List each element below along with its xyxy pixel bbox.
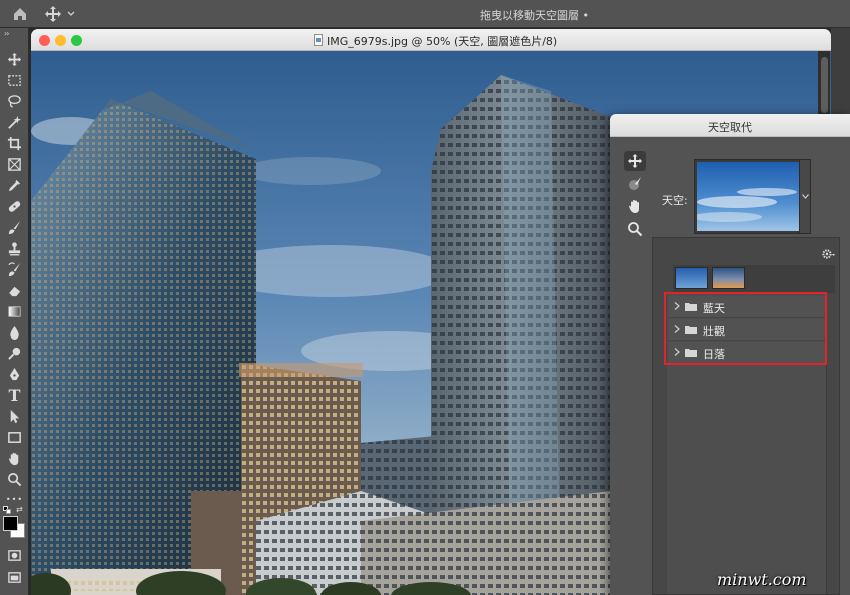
photoshop-app: 拖曳以移動天空圖層 • ›› T ••• ⇄ IMG_6979s.jpg @ 5… (0, 0, 850, 595)
gear-icon (822, 249, 835, 259)
sky-brush-icon (629, 177, 641, 190)
zoom-icon (628, 222, 643, 237)
scrollbar-thumb[interactable] (821, 57, 828, 113)
brush-tool[interactable] (4, 218, 25, 236)
history-brush-icon (8, 261, 21, 276)
sky-replacement-dialog: 天空取代 天空: 藍天 壯觀 日落 (610, 114, 850, 595)
quick-mask-button[interactable] (4, 546, 25, 564)
type-tool-icon: T (8, 385, 21, 405)
pen-tool-icon (9, 367, 20, 380)
sky-move-tool[interactable] (624, 151, 646, 171)
rectangle-tool[interactable] (4, 428, 25, 446)
clone-stamp-tool[interactable] (4, 239, 25, 257)
zoom-tool[interactable] (4, 470, 25, 488)
home-icon (14, 8, 26, 20)
recent-sky-thumbnail[interactable] (712, 267, 745, 289)
type-tool[interactable]: T (4, 385, 25, 405)
document-title: IMG_6979s.jpg @ 50% (天空, 圖層遮色片/8) (327, 35, 558, 48)
healing-brush-icon (8, 200, 21, 212)
healing-brush-tool[interactable] (4, 197, 25, 215)
eyedropper-icon (8, 179, 21, 191)
tools-panel: ›› T ••• ⇄ (0, 28, 29, 595)
default-colors-icon[interactable] (3, 506, 11, 514)
close-window-button[interactable] (39, 35, 50, 46)
hand-icon (629, 200, 639, 213)
eraser-tool[interactable] (4, 281, 25, 299)
chevron-down-icon (801, 194, 809, 199)
collapse-toolbar-button[interactable]: ›› (4, 29, 10, 38)
dialog-title-bar[interactable]: 天空取代 (610, 114, 850, 137)
zoom-tool-icon (8, 472, 22, 486)
foreground-color-swatch[interactable] (3, 516, 18, 531)
move-arrows-icon (45, 6, 75, 22)
rectangle-tool-icon (8, 431, 21, 443)
blur-tool-icon (10, 325, 19, 340)
gradient-tool-icon (8, 305, 21, 317)
sky-zoom-tool[interactable] (624, 219, 646, 239)
lasso-tool-icon (8, 94, 21, 108)
swap-colors-icon[interactable]: ⇄ (16, 505, 23, 514)
sky-preset-dropdown[interactable] (800, 159, 811, 234)
crop-tool-icon (7, 136, 22, 150)
frame-tool[interactable] (4, 155, 25, 173)
highlight-box (664, 292, 827, 365)
magic-wand-icon (8, 115, 22, 129)
hand-tool[interactable] (4, 449, 25, 467)
pen-tool[interactable] (4, 365, 25, 383)
sky-preview-image (697, 162, 799, 231)
status-title: 拖曳以移動天空圖層 • (480, 9, 589, 22)
dodge-tool[interactable] (4, 344, 25, 362)
sky-preset-panel: 藍天 壯觀 日落 (652, 237, 840, 595)
document-file-icon (314, 34, 323, 46)
sky-hand-tool[interactable] (624, 196, 646, 216)
history-brush-tool[interactable] (4, 260, 25, 278)
screen-mode-button[interactable] (4, 568, 25, 586)
magic-wand-tool[interactable] (4, 113, 25, 131)
recent-sky-thumbnail[interactable] (675, 267, 708, 289)
eraser-icon (8, 286, 21, 296)
sky-brush-tool[interactable] (624, 174, 646, 194)
move-sky-icon (628, 154, 642, 168)
crop-tool[interactable] (4, 134, 25, 152)
more-tools-icon: ••• (5, 494, 24, 504)
screen-mode-icon (8, 571, 21, 583)
move-tool[interactable] (4, 50, 25, 68)
home-button[interactable] (8, 4, 32, 24)
marquee-tool[interactable] (4, 71, 25, 89)
sky-preset-picker[interactable] (694, 159, 800, 234)
document-title-bar[interactable]: IMG_6979s.jpg @ 50% (天空, 圖層遮色片/8) (31, 29, 831, 51)
frame-tool-icon (8, 157, 21, 171)
marquee-tool-icon (8, 74, 21, 86)
path-selection-icon (10, 409, 20, 423)
dodge-tool-icon (8, 347, 21, 360)
gradient-tool[interactable] (4, 302, 25, 320)
dialog-title: 天空取代 (708, 121, 752, 134)
blur-tool[interactable] (4, 323, 25, 341)
recent-skies-strip (673, 265, 835, 293)
quick-mask-icon (8, 549, 21, 561)
eyedropper-tool[interactable] (4, 176, 25, 194)
clone-stamp-icon (8, 241, 21, 255)
minimize-window-button[interactable] (55, 35, 66, 46)
path-selection-tool[interactable] (4, 407, 25, 425)
brush-tool-icon (8, 220, 21, 234)
zoom-window-button[interactable] (71, 35, 82, 46)
move-tool-preset[interactable] (44, 5, 78, 23)
lasso-tool[interactable] (4, 92, 25, 110)
watermark: minwt.com (717, 570, 807, 589)
move-tool-icon (7, 52, 22, 66)
sky-label: 天空: (662, 194, 688, 207)
options-bar: 拖曳以移動天空圖層 • (0, 0, 850, 28)
hand-tool-icon (8, 452, 19, 465)
sky-settings-button[interactable] (821, 246, 837, 260)
